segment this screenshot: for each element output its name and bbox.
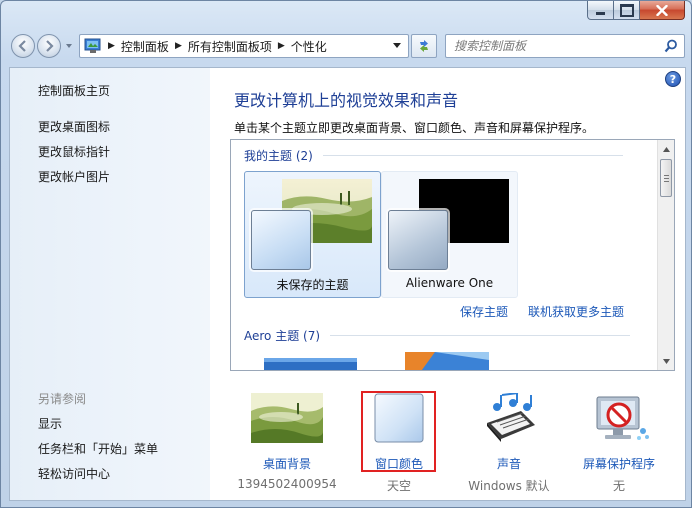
breadcrumb-all-items[interactable]: 所有控制面板项 bbox=[184, 38, 276, 55]
window-color-preview bbox=[251, 210, 311, 270]
display-link[interactable]: 显示 bbox=[38, 415, 62, 432]
chevron-down-icon bbox=[662, 358, 670, 364]
scroll-thumb[interactable] bbox=[660, 159, 672, 197]
theme-list: 我的主题 (2) 未保存的主题 Alienware One 保存主题 联机获取更… bbox=[230, 139, 675, 371]
grip-line bbox=[664, 178, 669, 179]
screen-saver-option[interactable]: 屏幕保护程序 无 bbox=[564, 393, 674, 494]
theme-tile-alienware[interactable]: Alienware One bbox=[381, 171, 518, 298]
option-value: Windows 默认 bbox=[468, 479, 550, 493]
option-label: 声音 bbox=[496, 457, 521, 471]
theme-tile-unsaved[interactable]: 未保存的主题 bbox=[244, 171, 381, 298]
breadcrumb-separator[interactable]: ▶ bbox=[106, 41, 117, 51]
personalization-options: 桌面背景 1394502400954 窗口颜色 天空 声音 Windows 默认… bbox=[210, 378, 685, 500]
address-bar[interactable]: ▶ 控制面板 ▶ 所有控制面板项 ▶ 个性化 bbox=[79, 34, 409, 58]
my-themes-header-label: 我的主题 (2) bbox=[244, 149, 313, 163]
theme-label: 未保存的主题 bbox=[276, 278, 349, 292]
aero-themes-header-label: Aero 主题 (7) bbox=[244, 329, 321, 343]
aero-themes-header[interactable]: Aero 主题 (7) bbox=[244, 327, 631, 344]
back-button[interactable] bbox=[11, 34, 35, 58]
option-value: 天空 bbox=[386, 479, 411, 493]
save-theme-link[interactable]: 保存主题 bbox=[460, 303, 508, 320]
minimize-button[interactable] bbox=[587, 1, 614, 20]
maximize-button[interactable] bbox=[614, 1, 640, 20]
page-title: 更改计算机上的视觉效果和声音 bbox=[234, 91, 459, 110]
desktop-background-icon bbox=[251, 393, 323, 443]
left-pane: 控制面板主页 更改桌面图标 更改鼠标指针 更改帐户图片 另请参阅 显示 任务栏和… bbox=[10, 68, 210, 500]
forward-button[interactable] bbox=[37, 34, 61, 58]
divider bbox=[330, 335, 631, 336]
breadcrumb-control-panel[interactable]: 控制面板 bbox=[117, 38, 173, 55]
my-themes-header[interactable]: 我的主题 (2) bbox=[244, 147, 623, 164]
recent-pages-dropdown-icon[interactable] bbox=[65, 42, 73, 50]
change-desktop-icons-link[interactable]: 更改桌面图标 bbox=[38, 118, 110, 135]
arrow-left-icon bbox=[18, 40, 26, 52]
breadcrumb-separator[interactable]: ▶ bbox=[276, 41, 287, 51]
theme-label: Alienware One bbox=[405, 276, 494, 290]
help-button[interactable]: ? bbox=[665, 71, 681, 87]
chevron-up-icon bbox=[662, 146, 670, 152]
breadcrumb-separator[interactable]: ▶ bbox=[173, 41, 184, 51]
option-label: 屏幕保护程序 bbox=[582, 457, 655, 471]
aero-theme-thumbnail[interactable] bbox=[264, 358, 357, 371]
page-subtitle: 单击某个主题立即更改桌面背景、窗口颜色、声音和屏幕保护程序。 bbox=[234, 121, 595, 135]
option-value: 1394502400954 bbox=[237, 477, 337, 491]
grip-line bbox=[664, 175, 669, 176]
sounds-option[interactable]: 声音 Windows 默认 bbox=[454, 392, 564, 494]
change-mouse-pointers-link[interactable]: 更改鼠标指针 bbox=[38, 143, 110, 160]
scroll-down-button[interactable] bbox=[658, 353, 674, 369]
search-input[interactable] bbox=[446, 35, 656, 57]
refresh-button[interactable] bbox=[411, 34, 437, 58]
content-area: 控制面板主页 更改桌面图标 更改鼠标指针 更改帐户图片 另请参阅 显示 任务栏和… bbox=[9, 67, 686, 501]
address-dropdown-button[interactable] bbox=[390, 39, 404, 53]
caption-buttons bbox=[587, 1, 685, 20]
control-panel-icon bbox=[84, 38, 101, 53]
breadcrumb-personalization[interactable]: 个性化 bbox=[287, 38, 331, 55]
navigation-bar: ▶ 控制面板 ▶ 所有控制面板项 ▶ 个性化 bbox=[9, 33, 685, 59]
sound-keyboard-icon bbox=[487, 392, 535, 442]
theme-list-scrollbar[interactable] bbox=[657, 140, 674, 370]
personalization-window: ▶ 控制面板 ▶ 所有控制面板项 ▶ 个性化 控制面板 bbox=[0, 0, 692, 508]
main-pane: ? 更改计算机上的视觉效果和声音 单击某个主题立即更改桌面背景、窗口颜色、声音和… bbox=[210, 68, 685, 500]
option-label: 桌面背景 bbox=[262, 457, 311, 471]
arrow-right-icon bbox=[46, 40, 54, 52]
control-panel-home-link[interactable]: 控制面板主页 bbox=[38, 82, 110, 99]
ease-of-access-link[interactable]: 轻松访问中心 bbox=[38, 465, 110, 482]
option-value: 无 bbox=[612, 479, 625, 493]
taskbar-start-menu-link[interactable]: 任务栏和「开始」菜单 bbox=[38, 440, 158, 457]
refresh-icon bbox=[420, 40, 428, 52]
help-icon: ? bbox=[669, 72, 677, 86]
chevron-down-icon bbox=[393, 43, 401, 48]
nav-buttons bbox=[9, 33, 79, 59]
change-account-picture-link[interactable]: 更改帐户图片 bbox=[38, 168, 110, 185]
divider bbox=[322, 155, 623, 156]
search-icon[interactable] bbox=[664, 39, 678, 53]
grip-line bbox=[664, 181, 669, 182]
see-also-heading: 另请参阅 bbox=[38, 392, 87, 406]
get-more-themes-link[interactable]: 联机获取更多主题 bbox=[528, 303, 624, 320]
window-color-preview bbox=[388, 210, 448, 270]
close-icon bbox=[656, 4, 668, 16]
search-box bbox=[445, 34, 685, 58]
desktop-background-option[interactable]: 桌面背景 1394502400954 bbox=[232, 393, 342, 491]
highlight-box bbox=[361, 391, 436, 472]
screen-saver-icon bbox=[596, 396, 649, 440]
close-button[interactable] bbox=[640, 1, 685, 20]
scroll-up-button[interactable] bbox=[658, 141, 674, 157]
aero-theme-thumbnail[interactable] bbox=[405, 352, 489, 371]
